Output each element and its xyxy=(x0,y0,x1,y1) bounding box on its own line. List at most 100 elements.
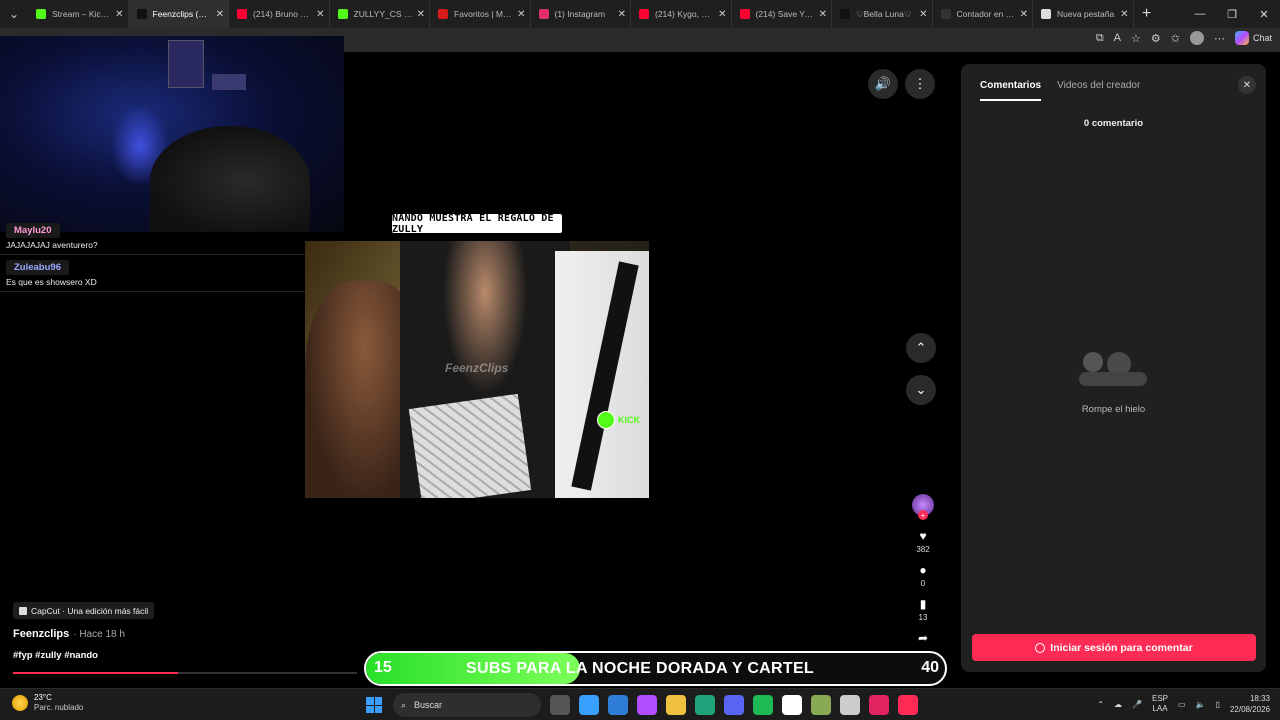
browser-tab[interactable]: Nueva pestaña ✕ xyxy=(1033,0,1134,28)
clock[interactable]: 18:33 22/08/2026 xyxy=(1230,693,1270,715)
like-heart-icon[interactable]: ♥ xyxy=(919,530,926,542)
profile-avatar[interactable] xyxy=(1189,31,1204,45)
tab-close-icon[interactable]: ✕ xyxy=(115,9,123,20)
browser-tab[interactable]: Favoritos | Myinstants ✕ xyxy=(430,0,531,28)
copilot-chat-button[interactable]: Chat xyxy=(1234,31,1272,45)
chat-username: Maylu20 xyxy=(6,223,60,238)
subs-goal-text: SUBS PARA LA NOCHE DORADA Y CARTEL xyxy=(466,660,814,677)
browser-tab[interactable]: (214) Kygo, Khalid ✕ xyxy=(631,0,732,28)
tray-overflow-icon[interactable]: ⌃ xyxy=(1097,700,1104,709)
network-icon[interactable]: ▭ xyxy=(1178,700,1186,709)
tab-comments[interactable]: Comentarios xyxy=(980,80,1042,101)
favorite-star-icon[interactable]: ☆ xyxy=(1131,32,1141,45)
tab-favicon-icon xyxy=(337,9,348,19)
toolbar-icons: ⧉ A ☆ ⚙ ✩ ⋯ Chat xyxy=(1096,31,1272,45)
taskbar-center: ⌕ Buscar xyxy=(364,693,918,717)
tab-close-icon[interactable]: ✕ xyxy=(417,9,425,20)
start-windows-icon[interactable] xyxy=(364,695,384,715)
streamlabs-icon[interactable] xyxy=(869,695,889,715)
tab-label: Stream – Kick Dashboard xyxy=(52,9,111,19)
comment-icon[interactable]: ● xyxy=(919,564,926,576)
copilot-icon xyxy=(1234,31,1249,45)
next-video-button[interactable]: ⌄ xyxy=(906,375,936,405)
restore-icon[interactable]: ❐ xyxy=(1216,0,1248,28)
spotify-icon[interactable] xyxy=(753,695,773,715)
tab-actions-menu-icon[interactable]: ⌄ xyxy=(0,0,28,28)
subs-goal-bar: 15 SUBS PARA LA NOCHE DORADA Y CARTEL 40 xyxy=(364,651,947,686)
more-options-icon[interactable]: ⋮ xyxy=(905,69,935,99)
translate-icon[interactable]: A xyxy=(1114,32,1121,44)
tab-label: Nueva pestaña xyxy=(1057,9,1115,19)
browser-tab[interactable]: ♡Bella Luna♡ ✕ xyxy=(832,0,933,28)
volume-icon[interactable]: 🔊 xyxy=(868,69,898,99)
follow-plus-icon[interactable]: + xyxy=(918,510,928,520)
video-progress-bar[interactable] xyxy=(13,672,357,674)
close-panel-icon[interactable]: ✕ xyxy=(1238,76,1256,94)
obs-icon[interactable] xyxy=(811,695,831,715)
tiktok-icon[interactable] xyxy=(898,695,918,715)
copilot-icon[interactable] xyxy=(637,695,657,715)
tab-close-icon[interactable]: ✕ xyxy=(718,9,726,20)
chat-message: Zuleabu96 Es que es showsero XD xyxy=(0,255,356,292)
subs-goal-end: 40 xyxy=(921,659,939,676)
save-count: 13 xyxy=(918,613,928,622)
browser-tab[interactable]: Feenzclips (@feenzclips) ✕ xyxy=(128,0,229,28)
tab-favicon-icon xyxy=(840,9,850,19)
capcut-tag[interactable]: CapCut · Una edición más fácil xyxy=(13,602,155,619)
video-hashtags[interactable]: #fyp #zully #nando xyxy=(13,650,98,661)
browser-tab[interactable]: Contador en vivo ✕ xyxy=(933,0,1033,28)
favorites-icon[interactable]: ✩ xyxy=(1171,32,1180,45)
close-window-icon[interactable]: ✕ xyxy=(1248,0,1280,28)
tab-close-icon[interactable]: ✕ xyxy=(1120,9,1128,20)
open-in-app-icon[interactable]: ⧉ xyxy=(1096,32,1104,45)
battery-icon[interactable]: ▯ xyxy=(1216,700,1220,709)
weather-widget[interactable]: 23°C Parc. nublado xyxy=(12,693,83,713)
tab-label: Feenzclips (@feenzclips) xyxy=(152,9,212,19)
tab-label: (1) Instagram xyxy=(554,9,606,19)
browser-tab[interactable]: Stream – Kick Dashboard ✕ xyxy=(28,0,129,28)
taskbar-search[interactable]: ⌕ Buscar xyxy=(393,693,541,717)
comments-panel: Comentarios Videos del creador ✕ 0 comen… xyxy=(961,64,1266,672)
video-time: · Hace 18 h xyxy=(73,629,125,640)
volume-tray-icon[interactable]: 🔈 xyxy=(1196,700,1206,709)
comment-count: 0 xyxy=(920,579,926,588)
previous-video-button[interactable]: ⌃ xyxy=(906,333,936,363)
share-icon[interactable]: ➦ xyxy=(918,632,928,644)
tab-close-icon[interactable]: ✕ xyxy=(618,9,626,20)
video-player[interactable]: FeenzClips KICK xyxy=(305,241,649,498)
browser-tab[interactable]: (214) Bruno Mars✕ xyxy=(229,0,330,28)
tab-close-icon[interactable]: ✕ xyxy=(316,9,324,20)
more-menu-icon[interactable]: ⋯ xyxy=(1214,32,1225,45)
file-explorer-icon[interactable] xyxy=(666,695,686,715)
browser-tab[interactable]: ZULLYY_CS Stream ✕ xyxy=(330,0,430,28)
onedrive-icon[interactable]: ☁ xyxy=(1114,700,1122,709)
system-tray: ⌃ ☁ 🎤 ESP LAA ▭ 🔈 ▯ 18:33 22/08/2026 xyxy=(1097,693,1270,715)
tab-creator-videos[interactable]: Videos del creador xyxy=(1057,80,1140,101)
tab-close-icon[interactable]: ✕ xyxy=(216,9,224,20)
login-to-comment-button[interactable]: Iniciar sesión para comentar xyxy=(972,634,1256,661)
bookmark-icon[interactable]: ▮ xyxy=(920,598,927,610)
video-author[interactable]: Feenzclips · Hace 18 h xyxy=(13,628,125,640)
notepad-icon[interactable] xyxy=(579,695,599,715)
task-view-icon[interactable] xyxy=(550,695,570,715)
tab-favicon-icon xyxy=(237,9,247,19)
chrome-icon[interactable] xyxy=(840,695,860,715)
tab-close-icon[interactable]: ✕ xyxy=(517,9,525,20)
creator-avatar[interactable]: + xyxy=(912,494,934,520)
store-icon[interactable] xyxy=(608,695,628,715)
tab-label: (214) Kygo, Khalid xyxy=(655,9,714,19)
microphone-icon[interactable]: 🎤 xyxy=(1132,700,1142,709)
discord-icon[interactable] xyxy=(724,695,744,715)
browser-tab[interactable]: (214) Save Your Tears ✕ xyxy=(732,0,832,28)
tab-close-icon[interactable]: ✕ xyxy=(1020,9,1028,20)
minimize-icon[interactable]: — xyxy=(1184,0,1216,28)
tab-close-icon[interactable]: ✕ xyxy=(819,9,827,20)
browser-tab[interactable]: (1) Instagram ✕ xyxy=(531,0,631,28)
capcut-icon[interactable] xyxy=(782,695,802,715)
extensions-icon[interactable]: ⚙ xyxy=(1151,32,1161,45)
language-indicator[interactable]: ESP LAA xyxy=(1152,694,1168,714)
edge-icon[interactable] xyxy=(695,695,715,715)
tab-close-icon[interactable]: ✕ xyxy=(919,9,927,20)
tab-list: Stream – Kick Dashboard✕Feenzclips (@fee… xyxy=(28,0,1134,28)
new-tab-button[interactable]: + xyxy=(1134,0,1160,28)
